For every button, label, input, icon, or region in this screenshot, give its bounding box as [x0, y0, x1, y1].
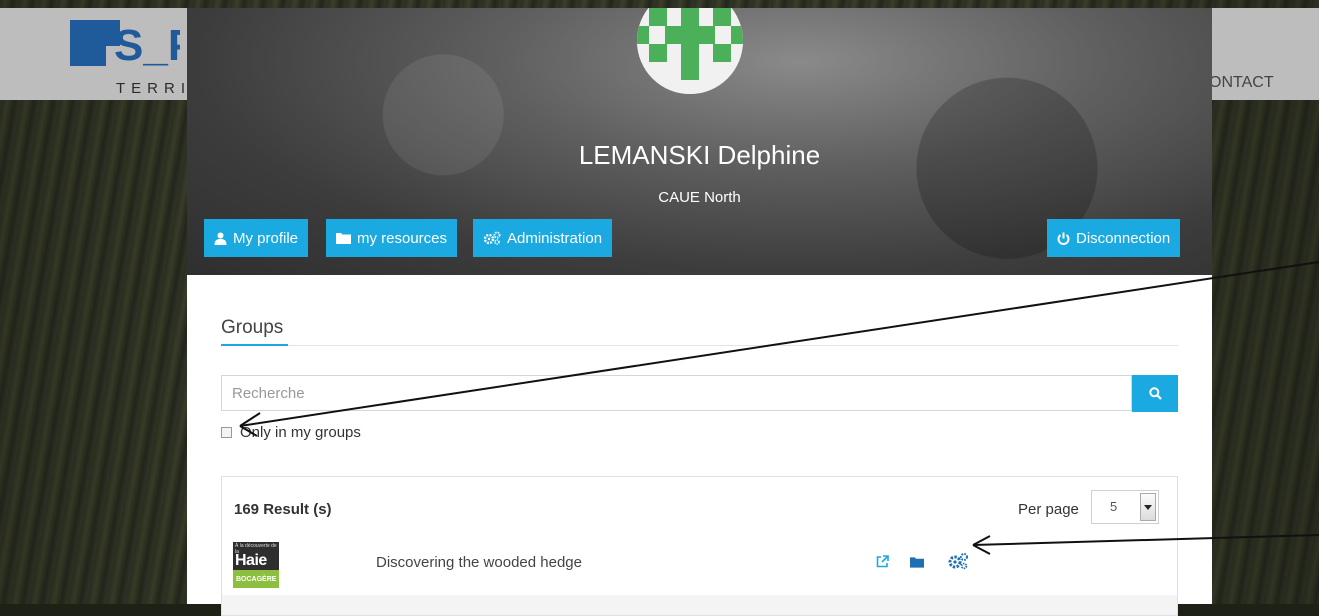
gears-icon[interactable] — [947, 552, 969, 575]
results-panel: 169 Result (s) Per page 5 À la découvert… — [221, 476, 1178, 616]
only-my-groups-checkbox[interactable] — [221, 427, 232, 438]
groups-title-underline — [221, 344, 288, 346]
section-divider — [221, 345, 1178, 346]
my-profile-button[interactable]: My profile — [204, 219, 309, 257]
my-resources-label: my resources — [357, 229, 448, 247]
avatar-pattern-icon — [637, 8, 743, 94]
folder-icon — [336, 233, 351, 244]
only-my-groups-label: Only in my groups — [240, 424, 361, 441]
per-page-value: 5 — [1110, 499, 1118, 514]
disconnection-button[interactable]: Disconnection — [1047, 219, 1181, 257]
my-profile-label: My profile — [233, 229, 299, 247]
administration-label: Administration — [507, 229, 603, 247]
per-page-label: Per page — [1018, 501, 1079, 518]
folder-icon[interactable] — [910, 555, 924, 573]
user-organization: CAUE North — [658, 189, 741, 206]
nav-contact-link[interactable]: ONTACT — [1209, 74, 1274, 92]
search-icon — [1148, 387, 1162, 400]
disconnection-label: Disconnection — [1076, 229, 1171, 247]
thumbnail-bottom-text: BOCAGÈRE — [233, 570, 279, 588]
profile-modal: LEMANSKI Delphine CAUE North My profile … — [187, 8, 1212, 616]
groups-title: Groups — [221, 317, 284, 338]
power-icon — [1057, 232, 1070, 245]
panel-footer — [222, 595, 1177, 615]
group-thumbnail[interactable]: À la découverte de la Haie BOCAGÈRE — [233, 542, 279, 588]
only-my-groups-filter[interactable]: Only in my groups — [221, 424, 361, 441]
group-title[interactable]: Discovering the wooded hedge — [376, 554, 582, 571]
profile-hero: LEMANSKI Delphine CAUE North My profile … — [187, 8, 1212, 275]
my-resources-button[interactable]: my resources — [326, 219, 458, 257]
thumbnail-title-text: Haie — [235, 552, 267, 569]
user-icon — [214, 232, 227, 245]
per-page-select[interactable]: 5 — [1091, 490, 1159, 524]
search-button[interactable] — [1132, 375, 1178, 412]
result-count: 169 Result (s) — [234, 501, 332, 518]
chevron-down-icon[interactable] — [1140, 493, 1156, 521]
administration-button[interactable]: Administration — [473, 219, 613, 257]
search-input[interactable] — [221, 375, 1132, 411]
external-link-icon[interactable] — [876, 555, 889, 573]
logo-mark-icon: S_PA — [70, 20, 180, 66]
user-name: LEMANSKI Delphine — [578, 140, 821, 170]
avatar — [637, 8, 743, 94]
logo-text: S_PA — [114, 21, 180, 66]
gears-icon — [483, 231, 501, 245]
